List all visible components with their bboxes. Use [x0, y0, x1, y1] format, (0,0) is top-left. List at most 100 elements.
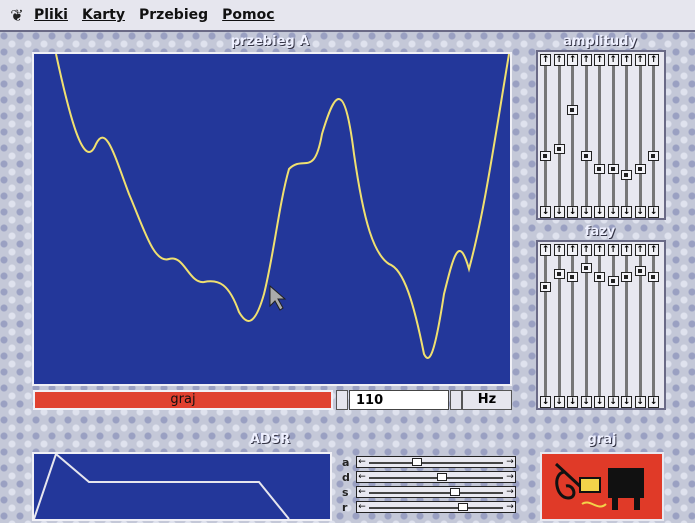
arrow-up-icon[interactable]: ↑	[553, 54, 565, 66]
phase-slider-3[interactable]: ↑ ↓	[567, 244, 578, 408]
phase-thumb[interactable]	[607, 275, 619, 286]
adsr-knob[interactable]	[449, 488, 460, 496]
phase-slider-1[interactable]: ↑ ↓	[540, 244, 551, 408]
amplitude-slider-5[interactable]: ↑ ↓	[594, 54, 605, 218]
amplitude-track	[571, 66, 574, 206]
phase-thumb[interactable]	[634, 266, 646, 277]
phase-thumb[interactable]	[567, 271, 578, 282]
amplitude-track	[544, 66, 547, 206]
arrow-up-icon[interactable]: ↑	[553, 244, 565, 256]
arrow-left-icon[interactable]: ←	[357, 457, 367, 467]
phase-slider-4[interactable]: ↑ ↓	[580, 244, 592, 408]
amplitude-slider-3[interactable]: ↑ ↓	[567, 54, 578, 218]
amplitude-slider-8[interactable]: ↑ ↓	[634, 54, 646, 218]
amplitude-slider-4[interactable]: ↑ ↓	[580, 54, 592, 218]
arrow-up-icon[interactable]: ↑	[567, 244, 578, 256]
adsr-slider-a[interactable]: ← →	[356, 456, 516, 468]
arrow-up-icon[interactable]: ↑	[580, 54, 592, 66]
menu-przebieg[interactable]: Przebieg	[139, 7, 208, 23]
arrow-up-icon[interactable]: ↑	[594, 54, 605, 66]
arrow-down-icon[interactable]: ↓	[607, 206, 619, 218]
adsr-knob[interactable]	[458, 503, 469, 511]
arrow-up-icon[interactable]: ↑	[540, 54, 551, 66]
amplitude-slider-2[interactable]: ↑ ↓	[553, 54, 565, 218]
arrow-down-icon[interactable]: ↓	[580, 206, 592, 218]
arrow-up-icon[interactable]: ↑	[648, 244, 659, 256]
adsr-knob[interactable]	[437, 473, 448, 481]
play-button[interactable]: graj	[33, 390, 333, 410]
amplitude-slider-6[interactable]: ↑ ↓	[607, 54, 619, 218]
arrow-right-icon[interactable]: →	[505, 472, 515, 482]
arrow-down-icon[interactable]: ↓	[634, 396, 646, 408]
arrow-left-icon[interactable]: ←	[357, 487, 367, 497]
arrow-up-icon[interactable]: ↑	[621, 244, 632, 256]
arrow-down-icon[interactable]: ↓	[540, 396, 551, 408]
freq-decrement[interactable]	[336, 390, 348, 410]
arrow-up-icon[interactable]: ↑	[634, 54, 646, 66]
arrow-up-icon[interactable]: ↑	[567, 54, 578, 66]
instrument-play-button[interactable]	[540, 452, 664, 521]
arrow-right-icon[interactable]: →	[505, 502, 515, 512]
arrow-right-icon[interactable]: →	[505, 487, 515, 497]
arrow-down-icon[interactable]: ↓	[634, 206, 646, 218]
arrow-up-icon[interactable]: ↑	[594, 244, 605, 256]
arrow-up-icon[interactable]: ↑	[621, 54, 632, 66]
phase-thumb[interactable]	[648, 271, 659, 282]
phase-thumb[interactable]	[621, 271, 632, 282]
arrow-down-icon[interactable]: ↓	[621, 206, 632, 218]
arrow-down-icon[interactable]: ↓	[648, 396, 659, 408]
phase-slider-8[interactable]: ↑ ↓	[634, 244, 646, 408]
arrow-down-icon[interactable]: ↓	[553, 396, 565, 408]
amplitude-thumb[interactable]	[594, 163, 605, 174]
amplitude-slider-1[interactable]: ↑ ↓	[540, 54, 551, 218]
arrow-down-icon[interactable]: ↓	[594, 396, 605, 408]
amplitude-thumb[interactable]	[648, 150, 659, 161]
frequency-field[interactable]	[349, 390, 449, 410]
phase-thumb[interactable]	[594, 271, 605, 282]
amplitude-thumb[interactable]	[553, 144, 565, 154]
arrow-left-icon[interactable]: ←	[357, 502, 367, 512]
arrow-down-icon[interactable]: ↓	[540, 206, 551, 218]
arrow-down-icon[interactable]: ↓	[553, 206, 565, 218]
freq-increment[interactable]	[450, 390, 462, 410]
arrow-down-icon[interactable]: ↓	[648, 206, 659, 218]
phase-slider-6[interactable]: ↑ ↓	[607, 244, 619, 408]
amplitude-thumb[interactable]	[580, 150, 592, 161]
menu-pomoc[interactable]: Pomoc	[222, 7, 274, 23]
arrow-down-icon[interactable]: ↓	[580, 396, 592, 408]
amplitude-thumb[interactable]	[540, 150, 551, 161]
amplitude-thumb[interactable]	[621, 170, 632, 180]
phase-thumb[interactable]	[540, 282, 551, 292]
arrow-up-icon[interactable]: ↑	[634, 244, 646, 256]
phase-slider-9[interactable]: ↑ ↓	[648, 244, 659, 408]
phase-thumb[interactable]	[580, 262, 592, 273]
amplitude-slider-7[interactable]: ↑ ↓	[621, 54, 632, 218]
amplitude-thumb[interactable]	[567, 105, 578, 115]
arrow-right-icon[interactable]: →	[505, 457, 515, 467]
arrow-down-icon[interactable]: ↓	[621, 396, 632, 408]
arrow-up-icon[interactable]: ↑	[607, 244, 619, 256]
amplitude-slider-9[interactable]: ↑ ↓	[648, 54, 659, 218]
adsr-slider-s[interactable]: ← →	[356, 486, 516, 498]
adsr-knob[interactable]	[412, 458, 423, 466]
app-logo-icon[interactable]: ❦	[0, 6, 34, 25]
arrow-down-icon[interactable]: ↓	[607, 396, 619, 408]
phase-thumb[interactable]	[553, 269, 565, 279]
arrow-up-icon[interactable]: ↑	[580, 244, 592, 256]
phase-slider-2[interactable]: ↑ ↓	[553, 244, 565, 408]
arrow-up-icon[interactable]: ↑	[540, 244, 551, 256]
arrow-up-icon[interactable]: ↑	[648, 54, 659, 66]
arrow-down-icon[interactable]: ↓	[567, 206, 578, 218]
menu-karty[interactable]: Karty	[82, 7, 125, 23]
phase-slider-5[interactable]: ↑ ↓	[594, 244, 605, 408]
arrow-down-icon[interactable]: ↓	[567, 396, 578, 408]
menu-pliki[interactable]: Pliki	[34, 7, 68, 23]
arrow-left-icon[interactable]: ←	[357, 472, 367, 482]
arrow-up-icon[interactable]: ↑	[607, 54, 619, 66]
amplitude-thumb[interactable]	[607, 163, 619, 174]
adsr-slider-r[interactable]: ← →	[356, 501, 516, 513]
phase-slider-7[interactable]: ↑ ↓	[621, 244, 632, 408]
arrow-down-icon[interactable]: ↓	[594, 206, 605, 218]
amplitude-thumb[interactable]	[634, 163, 646, 174]
adsr-slider-d[interactable]: ← →	[356, 471, 516, 483]
